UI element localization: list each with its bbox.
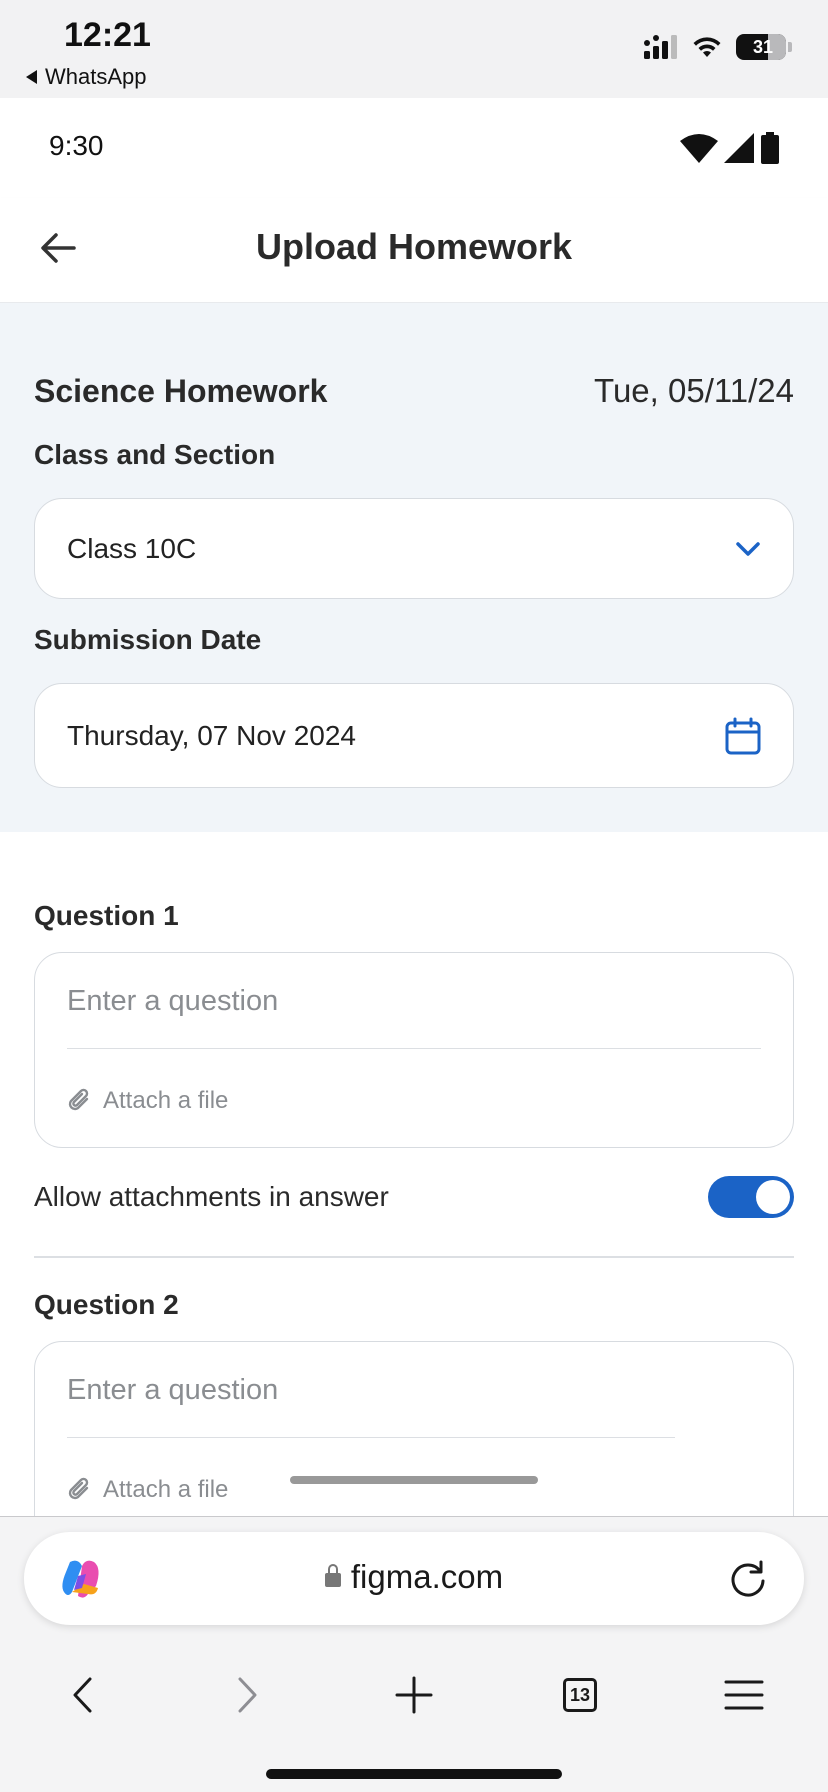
question-2-input[interactable]: Enter a question [67,1374,675,1438]
chevron-left-icon [73,1677,92,1713]
page-title: Upload Homework [255,226,573,267]
wifi-icon [680,134,718,163]
app-screen: 9:30 Upload Homework Science Homework Tu… [0,98,828,1516]
chevron-down-icon [736,541,760,556]
browser-nav-bar: 13 [0,1665,828,1725]
app-status-bar: 9:30 [0,98,828,198]
reload-icon[interactable] [728,1559,768,1599]
tab-count: 13 [563,1678,597,1712]
ios-clock: 12:21 [64,16,151,54]
section-divider [34,1256,794,1258]
question-1-attach-label: Attach a file [103,1087,229,1114]
app-status-icons [680,132,780,164]
tabs-button[interactable]: 13 [550,1665,610,1725]
class-section-value: Class 10C [67,532,197,564]
submission-date-label: Submission Date [34,624,262,655]
allow-attachments-toggle[interactable] [708,1176,794,1218]
submission-date-value: Thursday, 07 Nov 2024 [67,719,356,751]
homework-title: Science Homework [34,372,328,409]
menu-button[interactable] [714,1665,774,1725]
allow-attachments-row: Allow attachments in answer [34,1176,794,1218]
hamburger-menu-icon [724,1680,764,1710]
paperclip-icon [68,1477,89,1500]
battery-nub [788,42,792,52]
paperclip-icon [68,1088,89,1111]
battery-level: 31 [752,36,774,57]
question-1-label: Question 1 [34,900,179,931]
url-display: figma.com [24,1558,804,1596]
home-indicator[interactable] [266,1769,562,1779]
calendar-icon[interactable] [725,717,761,755]
cellular-signal-icon [644,35,677,59]
scroll-indicator [290,1476,538,1484]
wifi-icon [693,37,721,57]
class-section-dropdown[interactable]: Class 10C [34,498,794,599]
question-2-attach-label: Attach a file [103,1476,229,1503]
homework-header-row: Science Homework Tue, 05/11/24 [34,372,794,410]
address-bar[interactable]: figma.com [24,1532,804,1625]
new-tab-button[interactable] [384,1665,444,1725]
back-to-app-link[interactable]: WhatsApp [26,64,147,90]
question-2-card: Enter a question Attach a file [34,1341,794,1516]
plus-icon [395,1676,433,1714]
battery-icon [761,132,779,164]
url-text: figma.com [350,1558,504,1595]
browser-toolbar: figma.com 13 [0,1516,828,1792]
question-2-attach-button[interactable]: Attach a file [67,1476,228,1504]
homework-date: Tue, 05/11/24 [594,372,794,409]
app-clock: 9:30 [49,130,104,161]
ios-status-icons: 31 [644,34,792,60]
ios-status-bar: 12:21 WhatsApp 31 [0,0,828,98]
browser-back-button[interactable] [52,1665,112,1725]
allow-attachments-label: Allow attachments in answer [34,1181,389,1212]
back-app-label: WhatsApp [45,64,147,89]
submission-date-field[interactable]: Thursday, 07 Nov 2024 [34,683,794,788]
lock-icon [324,1564,341,1587]
signal-icon [724,133,754,163]
chevron-right-icon [238,1677,257,1713]
toggle-knob [756,1180,790,1214]
question-1-card: Enter a question Attach a file [34,952,794,1148]
questions-section: Question 1 Enter a question Attach a fil… [0,832,828,1516]
homework-details-section: Science Homework Tue, 05/11/24 Class and… [0,303,828,832]
browser-forward-button[interactable] [218,1665,278,1725]
question-1-attach-button[interactable]: Attach a file [67,1087,228,1115]
app-header: Upload Homework [0,198,828,303]
question-1-input[interactable]: Enter a question [67,985,761,1049]
class-section-label: Class and Section [34,439,276,470]
battery-icon: 31 [736,34,786,60]
question-2-label: Question 2 [34,1289,179,1320]
back-triangle-icon [26,70,37,84]
